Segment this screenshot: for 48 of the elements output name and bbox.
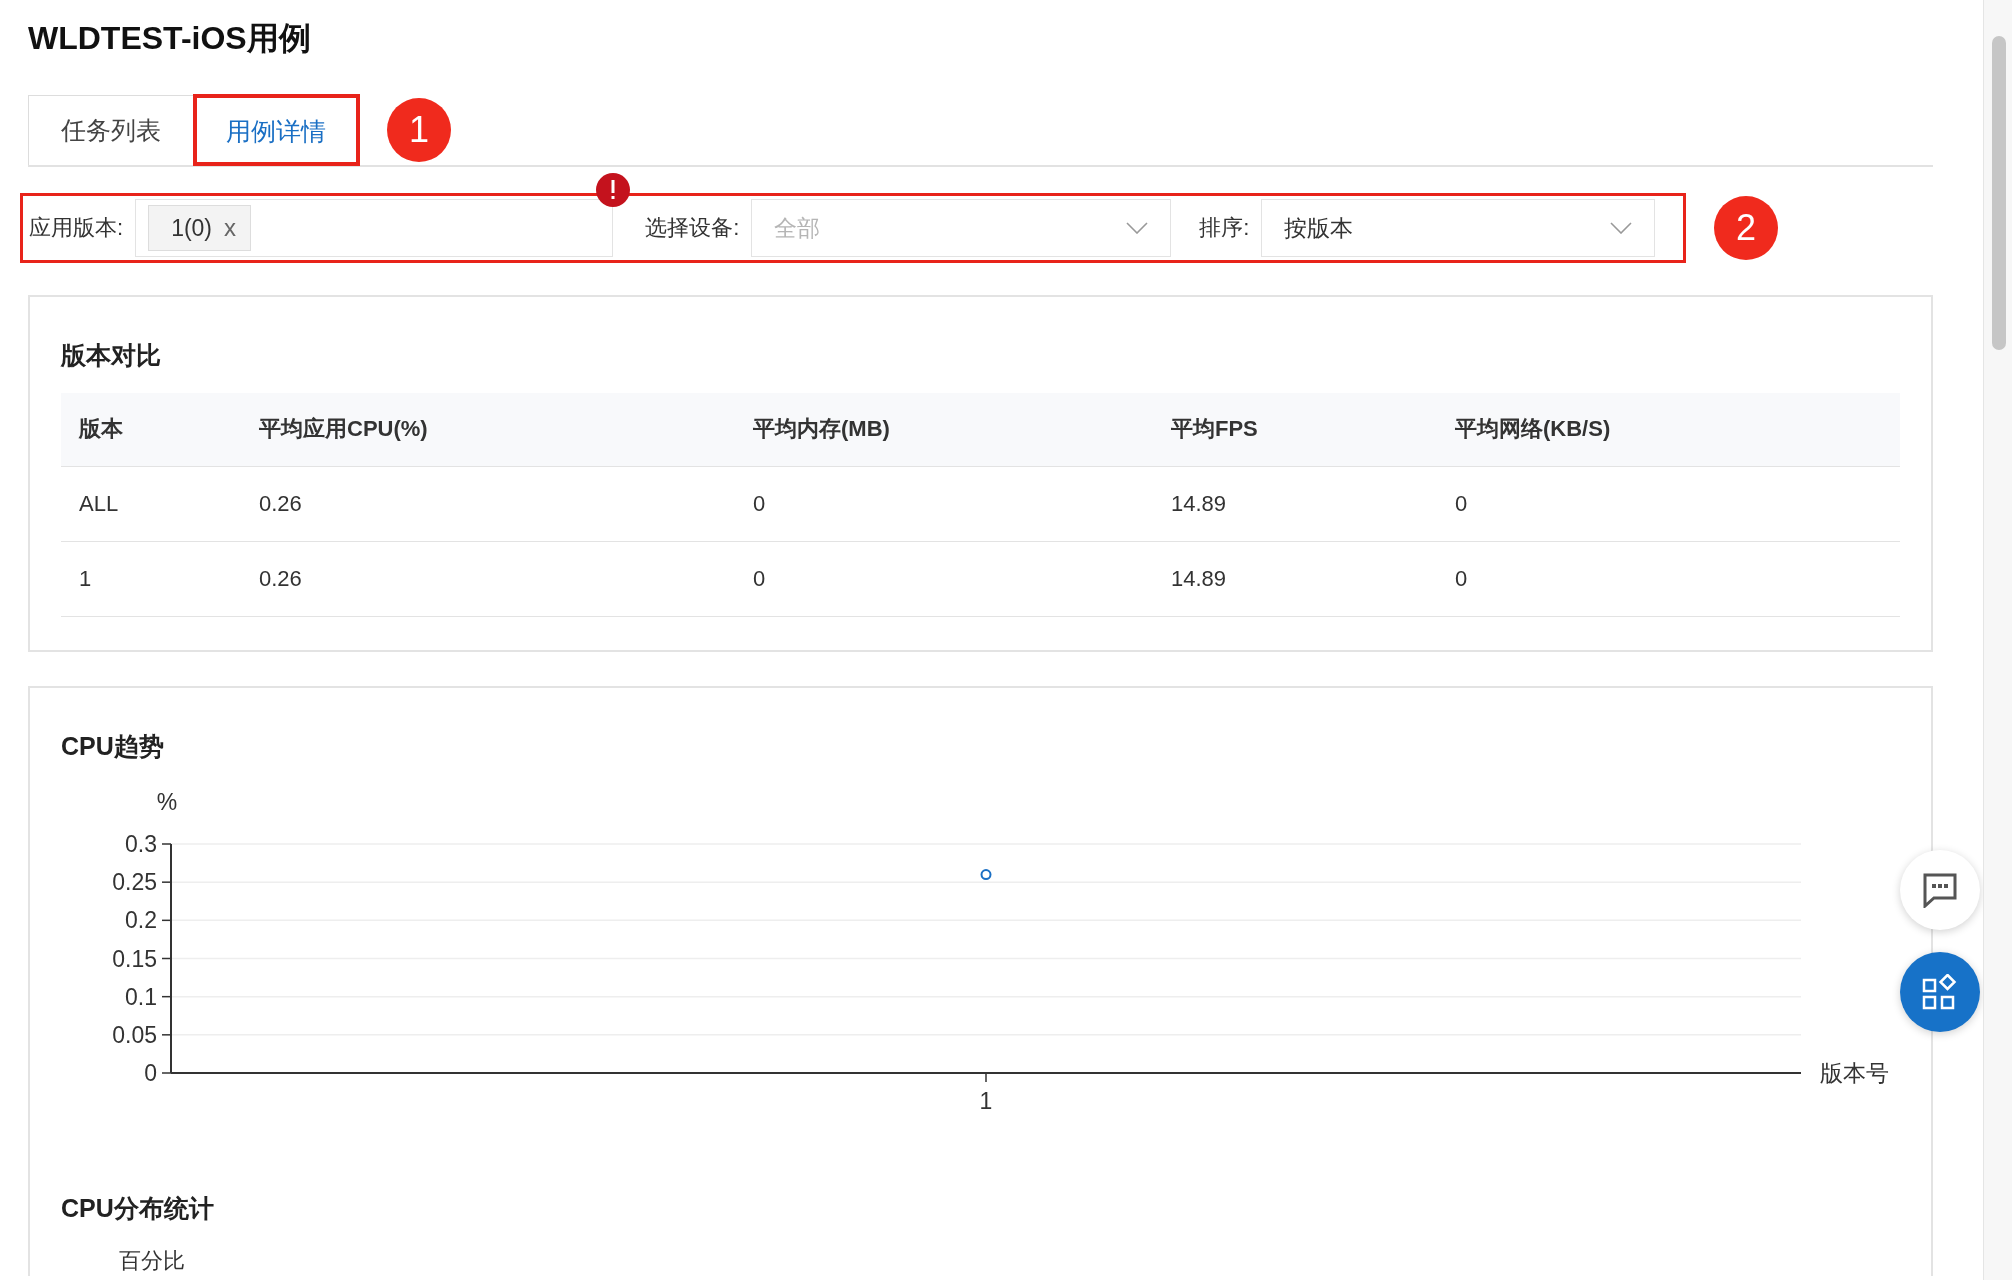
version-field[interactable]: 1(0) x — [135, 199, 614, 257]
x-tick-label: 1 — [979, 1087, 993, 1114]
tag-label: 1(0) — [171, 214, 213, 242]
table-cell: 0 — [735, 466, 1153, 541]
table-cell: 0 — [735, 541, 1153, 616]
field-label: 排序: — [1198, 214, 1251, 242]
field-label: 应用版本: — [29, 214, 125, 242]
axis-label: 百分比 — [119, 1246, 186, 1275]
column-header: 平均应用CPU(%) — [241, 393, 735, 466]
table-cell: 0 — [1437, 466, 1900, 541]
apps-icon — [1922, 974, 1958, 1010]
column-header: 平均网络(KB/S) — [1437, 393, 1900, 466]
y-tick-label: 0 — [144, 1059, 157, 1086]
y-tick-label: 0.05 — [112, 1021, 157, 1048]
chevron-down-icon — [1126, 222, 1149, 234]
y-tick-label: 0.1 — [125, 983, 157, 1010]
field-label: 选择设备: — [644, 214, 741, 242]
section-title: 版本对比 — [61, 340, 162, 371]
y-axis-label: % — [156, 788, 178, 815]
tab[interactable]: 任务列表 — [28, 95, 194, 165]
remove-tag-button[interactable]: x — [224, 214, 237, 242]
table-cell: 14.89 — [1153, 541, 1437, 616]
table-cell: ALL — [61, 466, 241, 541]
annotation-number: 1 — [387, 98, 451, 162]
table-cell: 0.26 — [241, 466, 735, 541]
table-cell: 0.26 — [241, 541, 735, 616]
y-tick-label: 0.25 — [112, 868, 157, 895]
section-title: CPU趋势 — [61, 730, 165, 762]
chat-icon — [1922, 872, 1958, 908]
x-axis-label: 版本号 — [1820, 1059, 1889, 1086]
column-header: 平均FPS — [1153, 393, 1437, 466]
y-tick-label: 0.15 — [112, 945, 157, 971]
scrollbar[interactable] — [1992, 36, 2006, 350]
page-title: WLDTEST-iOS用例 — [28, 19, 312, 58]
table-cell: 14.89 — [1153, 466, 1437, 541]
table-cell: 0 — [1437, 541, 1900, 616]
table-cell: 1 — [61, 541, 241, 616]
y-tick-label: 0.2 — [125, 906, 157, 933]
sort-select[interactable]: 按版本 — [1261, 199, 1656, 257]
apps-button[interactable] — [1900, 952, 1980, 1032]
chevron-down-icon — [1610, 222, 1633, 234]
section-title: CPU分布统计 — [61, 1192, 215, 1224]
feedback-button[interactable] — [1900, 850, 1980, 930]
tab[interactable]: 用例详情 — [194, 95, 359, 165]
y-tick-label: 0.3 — [125, 830, 157, 857]
annotation-number: 2 — [1714, 196, 1778, 260]
column-header: 平均内存(MB) — [735, 393, 1153, 466]
column-header: 版本 — [61, 393, 241, 466]
